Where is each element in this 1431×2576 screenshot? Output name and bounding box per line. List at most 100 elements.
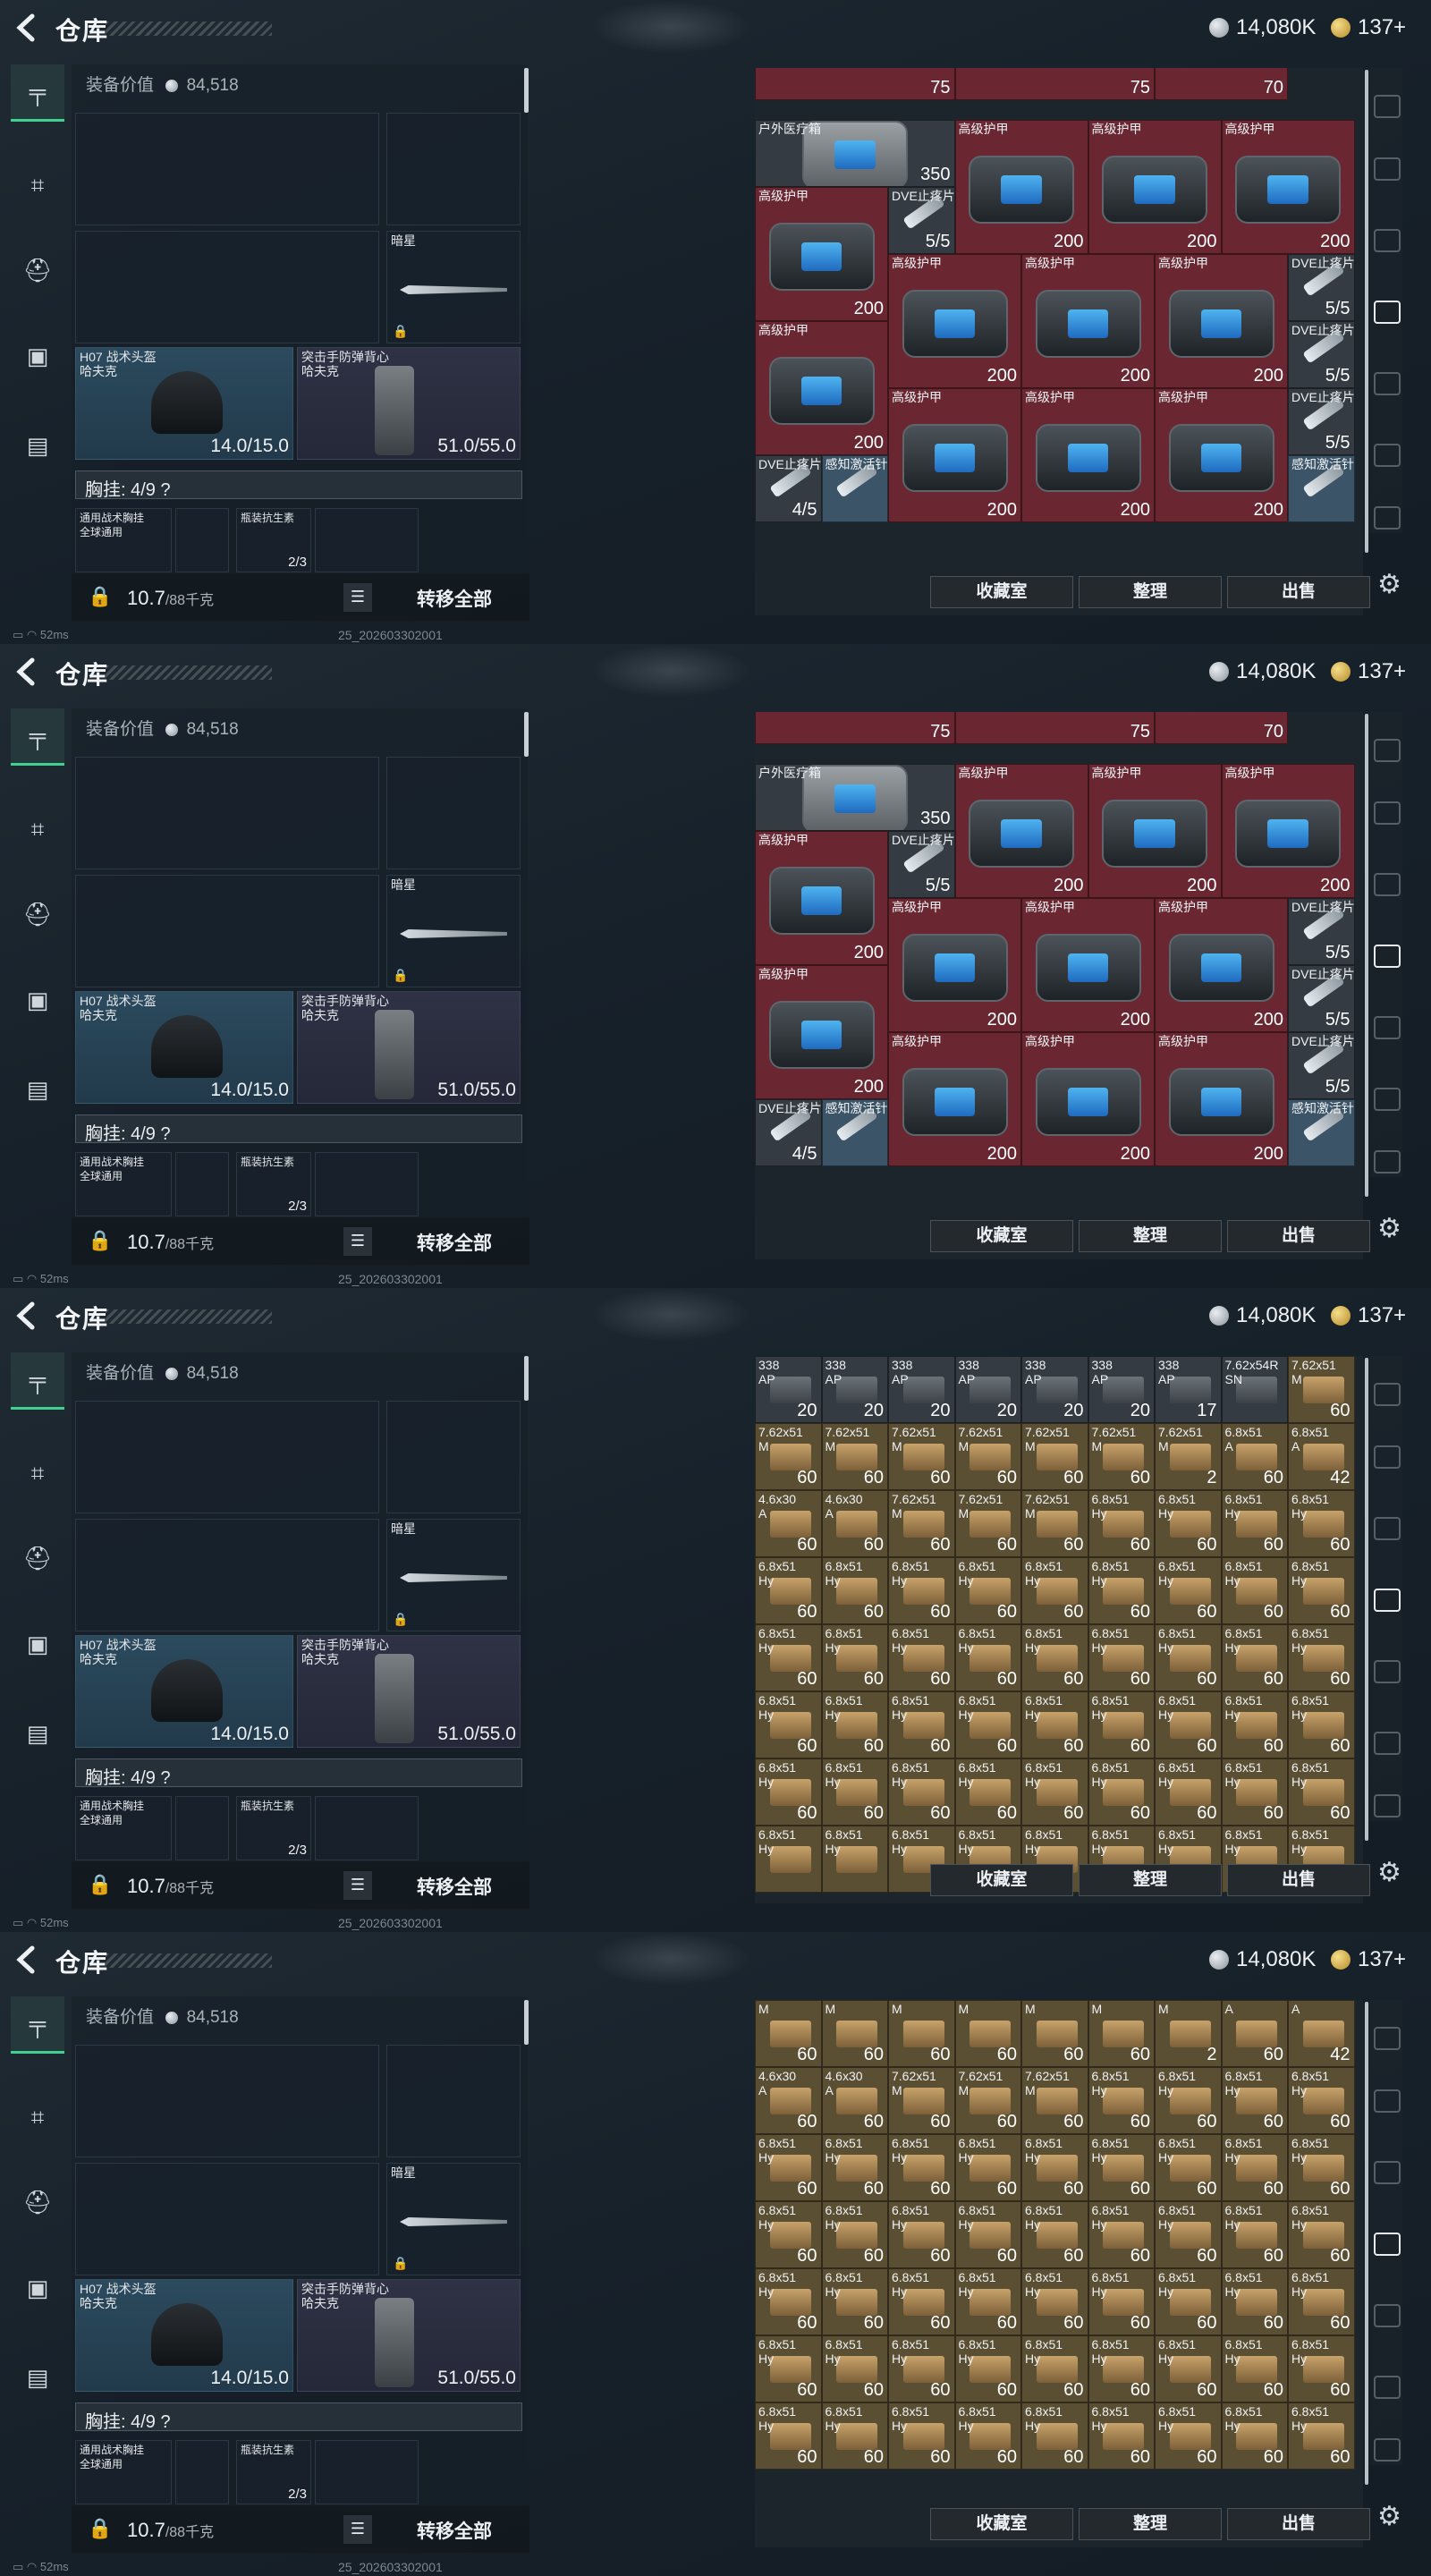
gold-currency[interactable]: 137+ bbox=[1331, 14, 1406, 41]
storage-item[interactable]: 7.62x54R SN bbox=[1221, 1356, 1288, 1423]
rig-item-slot-1[interactable]: 通用战术胸挂 全球通用 bbox=[75, 1796, 172, 1860]
storage-tab-1-icon[interactable] bbox=[1374, 157, 1401, 181]
storage-item[interactable]: 6.8x51 Hy 60 bbox=[1155, 2268, 1222, 2335]
storage-item[interactable]: 6.8x51 Hy 60 bbox=[755, 1758, 822, 1826]
storage-item[interactable]: 6.8x51 Hy 60 bbox=[1021, 2268, 1088, 2335]
rig-item-slot-empty-2[interactable] bbox=[315, 1152, 419, 1216]
storage-item[interactable]: 7.62x51 M 60 bbox=[755, 1423, 822, 1490]
storage-item[interactable]: 7.62x51 M 60 bbox=[888, 1490, 955, 1557]
sell-button[interactable]: 出售 bbox=[1227, 2508, 1370, 2540]
rig-item-slot-1[interactable]: 通用战术胸挂 全球通用 bbox=[75, 2440, 172, 2504]
vest-slot[interactable]: 突击手防弹背心 哈夫克 51.0/55.0 bbox=[297, 2279, 521, 2392]
primary-weapon-slot[interactable] bbox=[75, 757, 379, 869]
nav-medical-icon[interactable]: ▣ bbox=[11, 971, 64, 1029]
settings-gear-icon[interactable]: ⚙ bbox=[1377, 1213, 1408, 1243]
storage-tab-add-icon[interactable] bbox=[1374, 945, 1401, 968]
storage-item[interactable]: 7.62x51 M 60 bbox=[954, 2067, 1021, 2134]
sell-button[interactable]: 出售 bbox=[1227, 576, 1370, 608]
storage-item[interactable]: 6.8x51 Hy 60 bbox=[954, 1557, 1021, 1624]
secondary-weapon-slot[interactable] bbox=[75, 231, 379, 343]
storage-item[interactable]: 6.8x51 Hy 60 bbox=[1155, 2201, 1222, 2268]
rig-item-slot-2[interactable]: 瓶装抗生素 2/3 bbox=[236, 1796, 311, 1860]
storage-item[interactable]: 7.62x51 M 60 bbox=[1088, 1423, 1155, 1490]
storage-item[interactable]: 6.8x51 Hy 60 bbox=[1088, 2268, 1155, 2335]
storage-item[interactable]: 高级护甲 200 bbox=[954, 120, 1088, 254]
storage-item[interactable]: 6.8x51 Hy 60 bbox=[1221, 1624, 1288, 1691]
storage-item[interactable]: DVE止疼片 5/5 bbox=[888, 187, 955, 254]
storage-item[interactable]: 6.8x51 Hy 60 bbox=[1155, 2134, 1222, 2201]
storage-item[interactable]: 7.62x51 M 60 bbox=[1288, 1356, 1355, 1423]
storage-item[interactable]: DVE止疼片 5/5 bbox=[1288, 898, 1355, 965]
nav-weapons-icon[interactable]: ╤ bbox=[11, 1352, 64, 1410]
storage-item[interactable]: 6.8x51 Hy 60 bbox=[821, 2134, 888, 2201]
storage-item[interactable]: 6.8x51 Hy 60 bbox=[888, 1624, 955, 1691]
sort-button[interactable]: 整理 bbox=[1079, 1864, 1222, 1896]
primary-weapon-slot[interactable] bbox=[75, 2045, 379, 2157]
nav-weapons-icon[interactable]: ╤ bbox=[11, 64, 64, 122]
storage-item[interactable]: 6.8x51 Hy 60 bbox=[1221, 2201, 1288, 2268]
rig-item-slot-empty-2[interactable] bbox=[315, 2440, 419, 2504]
nav-armor-icon[interactable]: ⌗ bbox=[11, 1445, 64, 1503]
storage-item[interactable]: 4.6x30 A 60 bbox=[821, 2067, 888, 2134]
helmet-slot[interactable]: H07 战术头盔 哈夫克 14.0/15.0 bbox=[75, 1635, 293, 1748]
storage-item[interactable]: 6.8x51 Hy 60 bbox=[1221, 2134, 1288, 2201]
melee-slot[interactable]: 暗星 🔒 bbox=[386, 875, 521, 987]
nav-weapons-icon[interactable]: ╤ bbox=[11, 708, 64, 766]
storage-item[interactable]: 6.8x51 Hy 60 bbox=[755, 1691, 822, 1758]
storage-item[interactable]: 6.8x51 Hy 60 bbox=[821, 2335, 888, 2402]
gold-currency[interactable]: 137+ bbox=[1331, 658, 1406, 685]
storage-item[interactable]: 6.8x51 Hy 60 bbox=[1288, 1691, 1355, 1758]
storage-tab-5-icon[interactable] bbox=[1374, 1150, 1401, 1174]
storage-item[interactable]: 6.8x51 Hy 60 bbox=[888, 1691, 955, 1758]
sell-button[interactable]: 出售 bbox=[1227, 1220, 1370, 1252]
collection-room-button[interactable]: 收藏室 bbox=[930, 2508, 1073, 2540]
storage-item[interactable]: 6.8x51 Hy 60 bbox=[1221, 2067, 1288, 2134]
storage-item[interactable]: 7.62x51 M 60 bbox=[954, 1423, 1021, 1490]
vest-slot[interactable]: 突击手防弹背心 哈夫克 51.0/55.0 bbox=[297, 991, 521, 1104]
storage-scrollbar[interactable] bbox=[1365, 1358, 1368, 1841]
storage-item[interactable]: 高级护甲 200 bbox=[755, 321, 888, 455]
nav-armor-icon[interactable]: ⌗ bbox=[11, 801, 64, 859]
storage-item[interactable]: 7.62x51 M 60 bbox=[888, 2067, 955, 2134]
storage-item[interactable]: 高级护甲 200 bbox=[755, 965, 888, 1099]
storage-item[interactable]: 338 AP 20 bbox=[821, 1356, 888, 1423]
storage-item[interactable]: 6.8x51 Hy 60 bbox=[821, 2402, 888, 2470]
nav-case-icon[interactable]: ▤ bbox=[11, 1061, 64, 1118]
storage-item[interactable]: 6.8x51 A 60 bbox=[1221, 1423, 1288, 1490]
sell-button[interactable]: 出售 bbox=[1227, 1864, 1370, 1896]
storage-item[interactable]: 6.8x51 Hy 60 bbox=[1088, 1490, 1155, 1557]
storage-item[interactable]: 6.8x51 Hy 60 bbox=[755, 1624, 822, 1691]
storage-item[interactable]: 7.62x51 M2 bbox=[1155, 1423, 1222, 1490]
storage-item[interactable]: 4.6x30 A 60 bbox=[755, 2067, 822, 2134]
storage-item[interactable]: 7.62x51 M 60 bbox=[954, 1490, 1021, 1557]
storage-item[interactable]: 6.8x51 Hy 60 bbox=[888, 2268, 955, 2335]
storage-item[interactable]: 高级护甲 200 bbox=[954, 764, 1088, 898]
storage-tab-4-icon[interactable] bbox=[1374, 444, 1401, 467]
nav-helmet-icon[interactable]: ⛑ bbox=[11, 1530, 64, 1587]
storage-item[interactable]: 6.8x51 Hy 60 bbox=[755, 2335, 822, 2402]
storage-item[interactable]: 6.8x51 Hy 60 bbox=[1021, 1624, 1088, 1691]
back-arrow-icon[interactable] bbox=[13, 13, 38, 43]
storage-tab-home-icon[interactable] bbox=[1374, 95, 1401, 118]
storage-item[interactable]: 6.8x51 Hy 60 bbox=[1088, 2335, 1155, 2402]
storage-item[interactable]: 高级护甲 200 bbox=[1021, 254, 1155, 388]
storage-tab-5-icon[interactable] bbox=[1374, 506, 1401, 530]
sidearm-slot[interactable] bbox=[386, 2045, 521, 2157]
settings-gear-icon[interactable]: ⚙ bbox=[1377, 1857, 1408, 1887]
storage-tab-4-icon[interactable] bbox=[1374, 1732, 1401, 1755]
back-arrow-icon[interactable] bbox=[13, 657, 38, 687]
storage-item[interactable]: 6.8x51 Hy 60 bbox=[821, 1557, 888, 1624]
rig-capacity[interactable]: 胸挂: 4/9 ? bbox=[75, 2402, 522, 2432]
collection-room-button[interactable]: 收藏室 bbox=[930, 1864, 1073, 1896]
storage-item[interactable]: 6.8x51 Hy 60 bbox=[1021, 2201, 1088, 2268]
transfer-all-button[interactable]: 转移全部 bbox=[417, 1873, 492, 1900]
storage-item[interactable]: 6.8x51 Hy 60 bbox=[1088, 2134, 1155, 2201]
sidearm-slot[interactable] bbox=[386, 1401, 521, 1513]
storage-item[interactable]: DVE止疼片 5/5 bbox=[888, 831, 955, 898]
storage-scrollbar[interactable] bbox=[1365, 714, 1368, 1197]
storage-tab-add-icon[interactable] bbox=[1374, 301, 1401, 324]
storage-tab-add-icon[interactable] bbox=[1374, 1589, 1401, 1612]
nav-armor-icon[interactable]: ⌗ bbox=[11, 157, 64, 215]
storage-item[interactable]: 6.8x51 Hy 60 bbox=[1021, 2335, 1088, 2402]
rig-item-slot-2[interactable]: 瓶装抗生素 2/3 bbox=[236, 508, 311, 572]
